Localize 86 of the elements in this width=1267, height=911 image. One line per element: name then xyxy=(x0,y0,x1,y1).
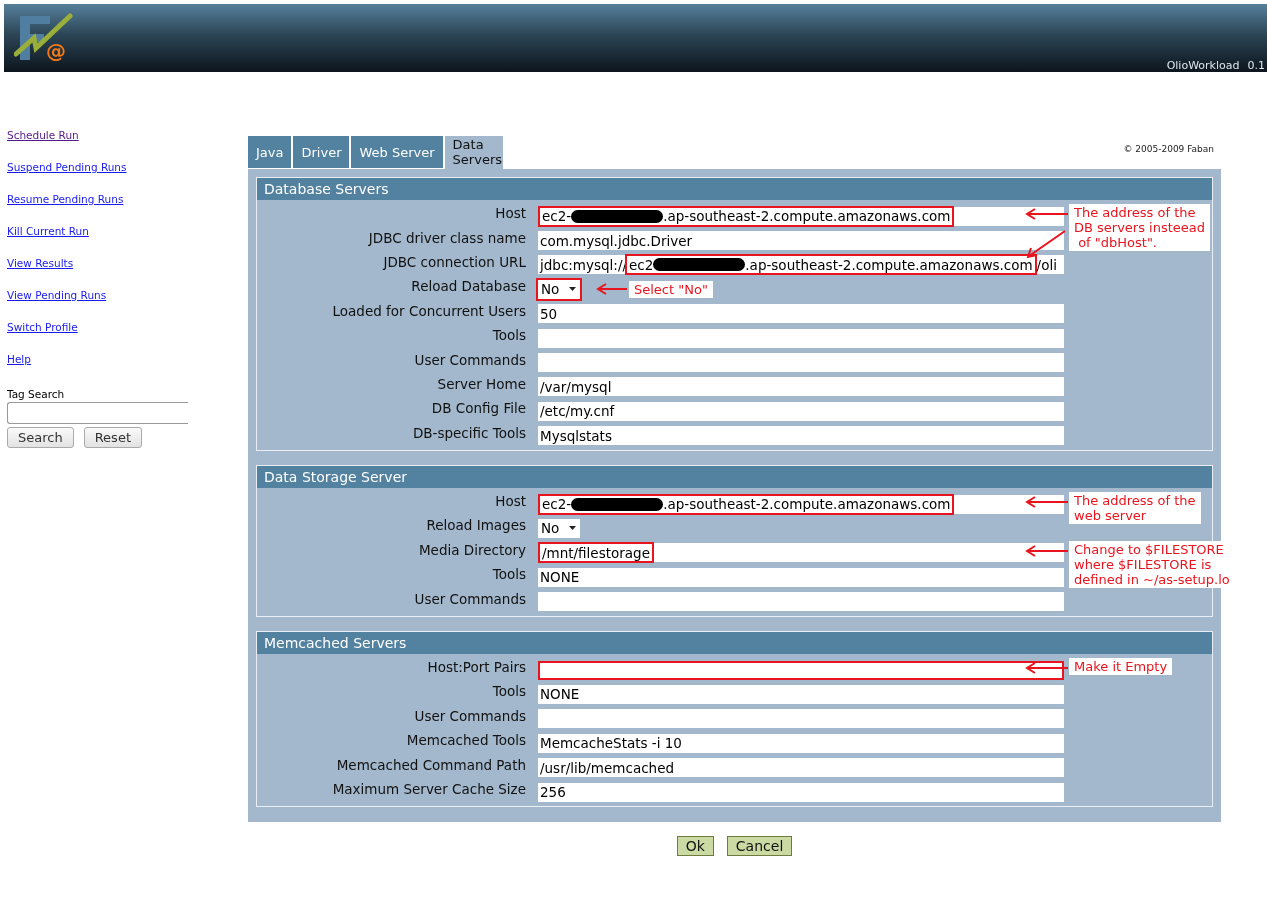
field-label: Memcached Command Path xyxy=(335,756,527,773)
input-field[interactable]: 50 xyxy=(538,304,1064,324)
field-label: Host xyxy=(494,205,527,222)
field-label: User Commands xyxy=(413,707,527,724)
sidebar-link[interactable]: View Results xyxy=(7,257,74,289)
input-field[interactable] xyxy=(538,353,1064,373)
field-label: Memcached Tools xyxy=(405,732,527,749)
field-label: Host:Port Pairs xyxy=(426,659,527,676)
annotation-note: The address of the web server xyxy=(1069,491,1201,524)
input-field[interactable]: 256 xyxy=(538,782,1064,802)
field-value: ec2 xyxy=(629,256,654,273)
field-label: Server Home xyxy=(436,375,527,392)
field-label: Reload Images xyxy=(425,517,527,534)
input-field[interactable]: /usr/lib/memcached xyxy=(538,758,1064,778)
field-value: ec2- xyxy=(542,496,572,513)
annotation-note: The address of the DB servers insteead of "dbHost". xyxy=(1069,204,1211,251)
field-label: DB-specific Tools xyxy=(411,424,527,441)
field-label: Loaded for Concurrent Users xyxy=(331,302,527,319)
tag-search-button[interactable]: Search xyxy=(7,427,74,448)
input-field[interactable]: MemcacheStats -i 10 xyxy=(538,733,1064,753)
annotation-note: Select "No" xyxy=(629,280,713,298)
input-field[interactable]: /mnt/filestorage xyxy=(538,543,1064,563)
field-label: Media Directory xyxy=(417,541,527,558)
input-field[interactable] xyxy=(538,592,1064,612)
input-field[interactable]: /etc/my.cnf xyxy=(538,401,1064,421)
field-label: User Commands xyxy=(413,590,527,607)
field-label: User Commands xyxy=(413,351,527,368)
input-field[interactable] xyxy=(538,709,1064,729)
dropdown[interactable]: No xyxy=(538,279,580,299)
annotation-note: Make it Empty xyxy=(1069,657,1173,675)
section-title: Memcached Servers xyxy=(257,631,1212,654)
input-field[interactable] xyxy=(538,660,1064,680)
input-field[interactable] xyxy=(538,328,1064,348)
field-label: Tools xyxy=(491,327,527,344)
sidebar-link[interactable]: View Pending Runs xyxy=(7,289,107,321)
dropdown[interactable]: No xyxy=(538,519,580,538)
field-value: .ap-southeast-2.compute.amazonaws.com xyxy=(663,496,951,513)
arrow xyxy=(1025,544,1069,557)
input-field[interactable]: /var/mysql xyxy=(538,377,1064,397)
arrow xyxy=(1025,228,1067,259)
field-label: Tools xyxy=(491,683,527,700)
tab[interactable]: Driver xyxy=(293,136,350,168)
caret-icon xyxy=(569,287,576,292)
sidebar-link[interactable]: Kill Current Run xyxy=(7,225,89,257)
sidebar-link[interactable]: Suspend Pending Runs xyxy=(7,161,127,193)
tag-search-label: Tag Search xyxy=(7,388,65,400)
tab[interactable]: Java xyxy=(248,136,292,168)
app-version: 0.1 xyxy=(1247,59,1265,72)
tag-search-button[interactable]: Reset xyxy=(83,427,142,448)
tag-search-field[interactable] xyxy=(7,402,188,424)
arrow xyxy=(596,283,628,296)
field-value: .ap-southeast-2.compute.amazonaws.com xyxy=(745,256,1033,273)
tab[interactable]: Data Servers xyxy=(444,136,503,169)
form-button[interactable]: Ok xyxy=(676,836,714,857)
sidebar-link[interactable]: Switch Profile xyxy=(7,321,78,353)
section-title: Data Storage Server xyxy=(257,465,1212,488)
field-label: JDBC connection URL xyxy=(381,253,527,270)
copyright: © 2005-2009 Faban xyxy=(1123,144,1214,154)
sidebar-link[interactable]: Help xyxy=(7,353,31,385)
sidebar-link[interactable]: Schedule Run xyxy=(7,129,79,161)
field-label: DB Config File xyxy=(430,400,527,417)
input-field[interactable]: Mysqlstats xyxy=(538,426,1064,446)
sidebar-link[interactable]: Resume Pending Runs xyxy=(7,193,124,225)
arrow xyxy=(1025,495,1069,508)
arrow xyxy=(1025,208,1069,220)
tab[interactable]: Web Server xyxy=(351,136,443,168)
field-value: jdbc:mysql:// xyxy=(540,256,627,273)
input-field[interactable]: NONE xyxy=(538,684,1064,704)
caret-icon xyxy=(569,526,576,531)
field-label: Maximum Server Cache Size xyxy=(331,781,527,797)
field-label: Host xyxy=(494,493,527,510)
section-title: Database Servers xyxy=(257,178,1212,200)
form-button[interactable]: Cancel xyxy=(726,836,793,857)
arrow xyxy=(1025,661,1069,674)
input-field[interactable]: ec2- .ap-southeast-2.compute.amazonaws.com xyxy=(538,206,1064,226)
input-field[interactable]: com.mysql.jdbc.Driver xyxy=(538,231,1064,251)
input-field[interactable]: NONE xyxy=(538,567,1064,587)
logo-text: @ xyxy=(46,39,66,63)
field-value: ec2- xyxy=(542,208,572,225)
field-label: Reload Database xyxy=(410,278,527,295)
field-label: Tools xyxy=(491,566,527,583)
app-name: OlioWorkload xyxy=(1166,59,1240,72)
field-value: .ap-southeast-2.compute.amazonaws.com xyxy=(663,208,951,225)
field-label: JDBC driver class name xyxy=(367,229,527,246)
input-field[interactable]: ec2- .ap-southeast-2.compute.amazonaws.com xyxy=(538,494,1064,514)
field-value: /mnt/filestorage xyxy=(542,544,650,561)
